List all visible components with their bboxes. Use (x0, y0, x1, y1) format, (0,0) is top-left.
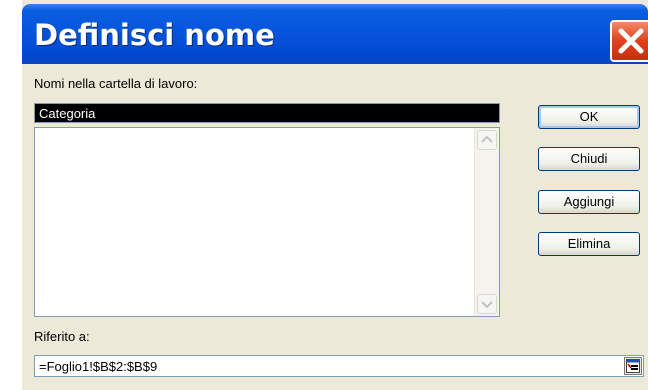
close-button[interactable]: Chiudi (538, 147, 640, 171)
scroll-up-button[interactable] (477, 130, 497, 150)
collapse-dialog-button[interactable] (624, 357, 642, 375)
close-window-button[interactable] (610, 20, 648, 62)
ok-button[interactable]: OK (538, 105, 640, 129)
collapse-dialog-icon (626, 359, 640, 373)
dialog-title: Definisci nome (34, 18, 275, 52)
names-listbox[interactable] (34, 127, 500, 317)
ref-label: Riferito a: (34, 329, 90, 344)
title-bar[interactable]: Definisci nome (22, 4, 648, 64)
delete-button[interactable]: Elimina (538, 232, 640, 256)
scroll-down-button[interactable] (477, 294, 497, 314)
close-x-icon (618, 28, 644, 54)
name-input-value: Categoria (39, 106, 96, 121)
chevron-up-icon (481, 135, 493, 143)
add-button[interactable]: Aggiungi (538, 190, 640, 214)
chevron-down-icon (481, 301, 493, 309)
names-label: Nomi nella cartella di lavoro: (34, 76, 198, 91)
ref-input-value: =Foglio1!$B$2:$B$9 (39, 359, 158, 374)
define-name-dialog: Definisci nome Nomi nella cartella di la… (22, 0, 648, 390)
name-input[interactable]: Categoria (34, 103, 500, 123)
ref-input[interactable]: =Foglio1!$B$2:$B$9 (34, 355, 644, 377)
listbox-scrollbar[interactable] (474, 128, 499, 316)
